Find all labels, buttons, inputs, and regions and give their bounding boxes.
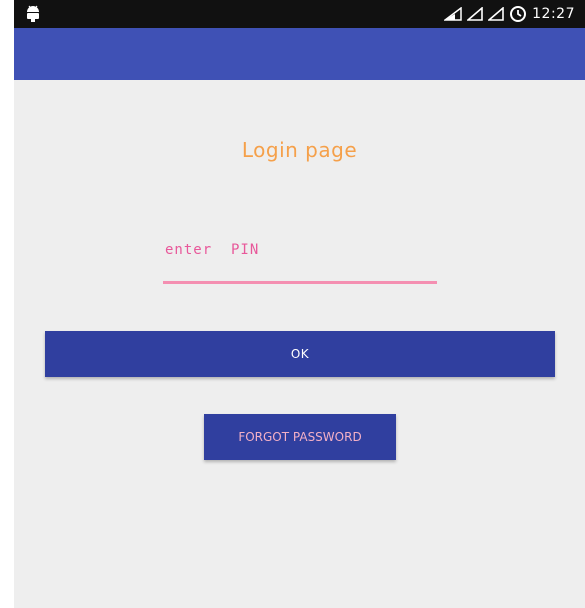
status-bar: 12:27 [14,0,585,28]
signal-icon [467,7,483,21]
android-icon [27,5,39,22]
signal-icon [488,7,504,21]
app-bar [14,28,585,80]
status-icons: 12:27 [444,3,575,25]
ok-button[interactable]: OK [45,331,555,377]
forgot-password-button[interactable]: FORGOT PASSWORD [204,414,396,460]
signal-outline-icon [444,7,462,21]
pin-input[interactable] [163,232,437,284]
alarm-icon [510,6,527,22]
status-time: 12:27 [532,6,575,22]
page-title: Login page [241,138,358,162]
phone-screen: 12:27 Login page OK FORGOT PASSWORD [14,0,585,608]
pin-field [163,232,437,288]
